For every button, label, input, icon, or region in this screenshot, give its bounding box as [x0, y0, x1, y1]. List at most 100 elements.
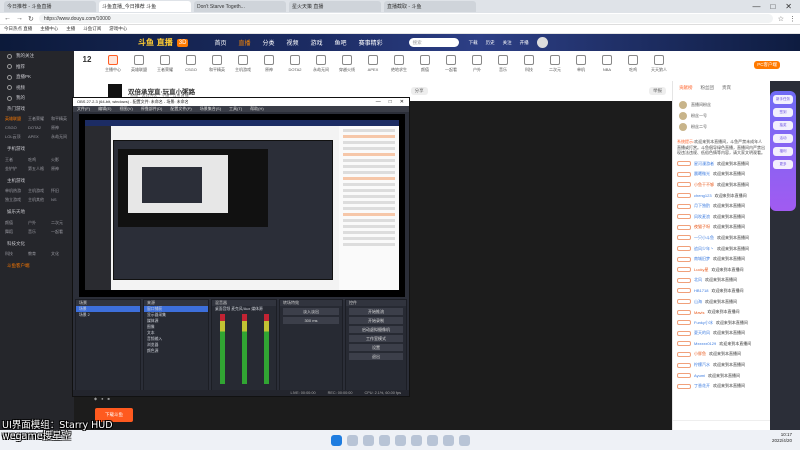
category-item[interactable]: 永劫无间: [308, 55, 334, 73]
category-item[interactable]: 科技: [516, 55, 542, 73]
scene-item[interactable]: 场景 2: [76, 312, 140, 318]
bookmark[interactable]: 主播中心: [40, 26, 58, 32]
sidebar-cell[interactable]: 王者荣耀: [28, 116, 51, 122]
sidebar-cell[interactable]: 永劫无间: [51, 134, 74, 140]
streamer-avatar[interactable]: [108, 84, 122, 98]
bookmark[interactable]: 游戏中心: [109, 26, 127, 32]
category-item[interactable]: 单机: [568, 55, 594, 73]
sidebar-cell[interactable]: 科技: [5, 251, 28, 257]
nav-video[interactable]: 视频: [287, 38, 299, 47]
transition-select[interactable]: 淡入淡出: [283, 308, 339, 315]
chat-username[interactable]: 北风: [694, 277, 702, 283]
chat-username[interactable]: cheng123: [694, 193, 712, 198]
pc-client-button[interactable]: PC客户端: [754, 61, 780, 69]
category-item[interactable]: CSGO: [178, 55, 204, 72]
sidebar-item-recommend[interactable]: 推荐: [0, 62, 74, 73]
sidebar-cell[interactable]: LOL云顶: [5, 134, 28, 140]
virtual-camera-button[interactable]: 启动虚拟摄像机: [349, 326, 403, 333]
float-item[interactable]: 新手任务: [773, 95, 793, 104]
chat-username[interactable]: Mxxxxx0129: [694, 341, 716, 346]
category-item[interactable]: APEX: [360, 55, 386, 72]
obs-menu-item[interactable]: 工具(T): [229, 106, 242, 112]
sidebar-cell[interactable]: 文化: [51, 251, 74, 257]
sidebar-cell[interactable]: 教育: [28, 251, 51, 257]
sidebar-cell[interactable]: 怀旧: [51, 188, 74, 194]
sidebar-cell[interactable]: 和平精英: [51, 116, 74, 122]
nav-game[interactable]: 游戏: [311, 38, 323, 47]
obs-menu-item[interactable]: 场景集合(S): [200, 106, 221, 112]
browser-tab[interactable]: 今日推荐 - 斗鱼直播: [4, 1, 96, 12]
sidebar-cell[interactable]: 火影: [51, 157, 74, 163]
app-icon[interactable]: [442, 434, 454, 446]
follow-icon[interactable]: 关注: [503, 40, 512, 46]
start-icon[interactable]: [330, 434, 342, 446]
category-item[interactable]: 吃鸡: [620, 55, 646, 73]
category-item[interactable]: 王者荣耀: [152, 55, 178, 73]
studio-mode-button[interactable]: 工作室模式: [349, 335, 403, 342]
browser-icon[interactable]: [394, 434, 406, 446]
sidebar-item-mine[interactable]: 我的: [0, 93, 74, 104]
browser-tab[interactable]: 直播截取 - 斗鱼: [384, 1, 476, 12]
obs-menu-item[interactable]: 视图(V): [119, 106, 132, 112]
obs-menu-item[interactable]: 帮助(H): [250, 106, 264, 112]
category-item[interactable]: NBA: [594, 55, 620, 72]
fish-icon[interactable]: ●: [101, 396, 103, 401]
url-input[interactable]: https://www.douyu.com/10000: [38, 14, 773, 23]
chat-username[interactable]: 小胖鱼: [694, 351, 706, 357]
category-item[interactable]: 原神: [256, 55, 282, 73]
obs-icon[interactable]: [410, 434, 422, 446]
sidebar-cell[interactable]: 王者: [5, 157, 28, 163]
chat-username[interactable]: 一只小斗鱼: [694, 235, 714, 241]
category-item[interactable]: 主机游戏: [230, 55, 256, 73]
sidebar-item-pk[interactable]: 直播PK: [0, 72, 74, 83]
back-icon[interactable]: ←: [4, 15, 11, 22]
star-icon[interactable]: ☆: [778, 15, 784, 23]
fan-row[interactable]: 粉丝一号: [679, 110, 764, 121]
bag-icon[interactable]: ■: [108, 396, 110, 401]
sidebar-cell[interactable]: CSGO: [5, 125, 28, 131]
chat-username[interactable]: 小鱼干不够: [694, 182, 714, 188]
duration-input[interactable]: 300 ms: [283, 317, 339, 324]
search-icon[interactable]: [346, 434, 358, 446]
category-item[interactable]: 英雄联盟: [126, 55, 152, 73]
broadcast-icon[interactable]: 开播: [520, 40, 529, 46]
close-icon[interactable]: ✕: [400, 99, 404, 105]
nav-category[interactable]: 分类: [263, 38, 275, 47]
start-streaming-button[interactable]: 开始推流: [349, 308, 403, 315]
app-icon[interactable]: [458, 434, 470, 446]
float-item[interactable]: 抽奖: [773, 121, 793, 130]
float-item[interactable]: 更多: [773, 160, 793, 169]
minimize-icon[interactable]: —: [376, 99, 381, 105]
sidebar-cell[interactable]: NS: [51, 197, 74, 203]
chat-username[interactable]: 南城旧梦: [694, 256, 710, 262]
maximize-icon[interactable]: □: [770, 2, 775, 11]
bookmark[interactable]: 今日热点 直播: [4, 26, 32, 32]
chat-username[interactable]: 追风少年丶: [694, 246, 714, 252]
category-item[interactable]: 天天狼人: [646, 55, 672, 73]
browser-tab[interactable]: 星火天策 直播: [289, 1, 381, 12]
chat-username[interactable]: 月下独酌: [694, 203, 710, 209]
float-item[interactable]: 福利: [773, 147, 793, 156]
start-recording-button[interactable]: 开始录制: [349, 317, 403, 324]
forward-icon[interactable]: →: [16, 15, 23, 22]
category-item[interactable]: 和平精英: [204, 55, 230, 73]
sidebar-cell[interactable]: 吃鸡: [28, 157, 51, 163]
chat-tab[interactable]: 贵宾: [722, 85, 731, 91]
sidebar-cell[interactable]: 原神: [51, 125, 74, 131]
sidebar-item-video[interactable]: 视频: [0, 83, 74, 94]
chat-username[interactable]: 山海: [694, 299, 702, 305]
category-item[interactable]: 二次元: [542, 55, 568, 73]
sidebar-cell[interactable]: 主机其他: [28, 197, 51, 203]
folder-icon[interactable]: [378, 434, 390, 446]
close-icon[interactable]: ✕: [785, 2, 792, 11]
chat-username[interactable]: Funky小冰: [694, 320, 713, 326]
float-item[interactable]: 签到: [773, 108, 793, 117]
float-item[interactable]: 活动: [773, 134, 793, 143]
gift-icon[interactable]: ◆: [94, 396, 97, 401]
nav-fishbar[interactable]: 鱼吧: [335, 38, 347, 47]
chat-username[interactable]: Ayumi: [694, 373, 705, 378]
sidebar-cell[interactable]: APEX: [28, 134, 51, 140]
category-item[interactable]: 主播中心: [100, 55, 126, 73]
chat-username[interactable]: 星河漫游者: [694, 161, 714, 167]
category-item[interactable]: 绝地求生: [386, 55, 412, 73]
